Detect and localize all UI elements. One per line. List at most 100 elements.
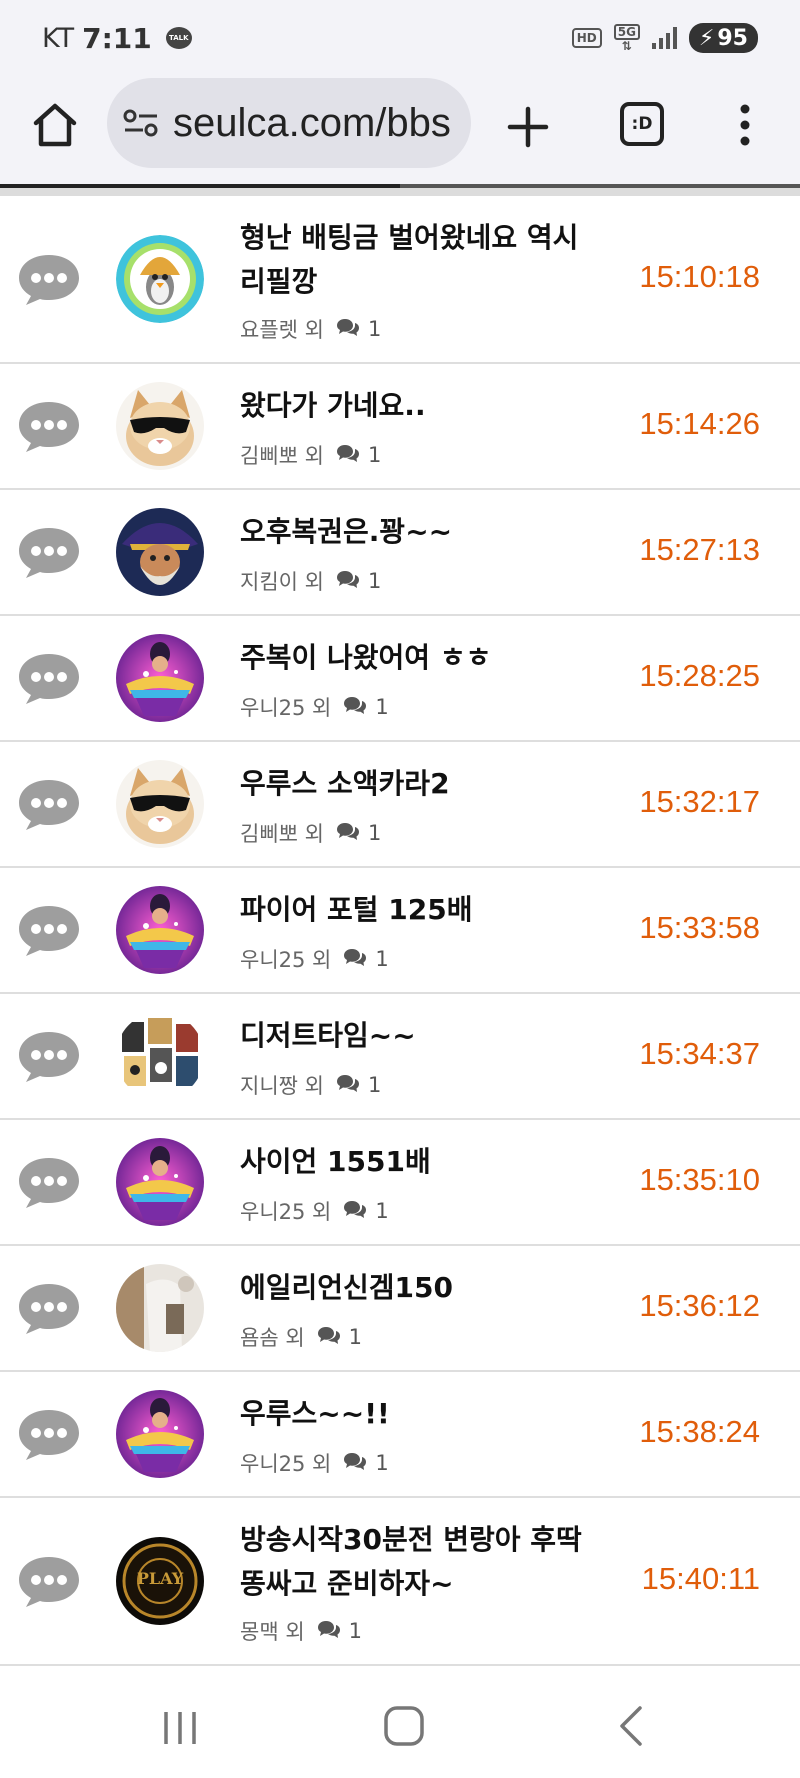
post-title[interactable]: 에일리언신겜150 — [240, 1266, 600, 1310]
play-logo-avatar[interactable]: PLAY — [116, 1537, 204, 1625]
post-row[interactable]: 형난 배팅금 벌어왔네요 역시 리필깡요플렛 외 1 15:10:18 — [0, 196, 800, 364]
carrier-label: KT — [42, 22, 75, 54]
post-author: 우니25 외 — [240, 1200, 332, 1224]
post-title[interactable]: 우루스 소액카라2 — [240, 762, 600, 806]
post-row[interactable]: 파이어 포털 125배 우니25 외 1 15:33:58 — [0, 868, 800, 994]
post-row[interactable]: 주복이 나왔어여 ㅎㅎ 우니25 외 1 15:28:25 — [0, 616, 800, 742]
post-row[interactable]: PLAY 방송시작30분전 변랑아 후딱 똥싸고 준비하자~ 몽맥 외 1 15:40:… — [0, 1498, 800, 1666]
cat-sunglasses-avatar[interactable] — [116, 760, 204, 848]
sultan-avatar[interactable] — [116, 634, 204, 722]
post-meta: 김삐뽀 외 1 — [240, 818, 381, 848]
post-author: 욤솜 외 — [240, 1326, 305, 1350]
post-title[interactable]: 파이어 포털 125배 — [240, 888, 600, 932]
post-time: 15:38:24 — [639, 1414, 760, 1449]
tab-switcher-button[interactable]: :D — [620, 102, 664, 146]
chat-bubble-icon — [16, 650, 82, 706]
comments-icon — [343, 947, 367, 972]
5g-icon: 5G ⇅ — [613, 24, 640, 52]
address-bar[interactable]: seulca.com/bbs — [107, 78, 471, 168]
chat-bubble-icon — [16, 902, 82, 958]
comments-icon — [336, 569, 360, 594]
chat-bubble-icon — [16, 1028, 82, 1084]
post-title[interactable]: 주복이 나왔어여 ㅎㅎ — [240, 636, 600, 680]
battery-level: 95 — [717, 25, 748, 51]
comment-count: 1 — [367, 821, 382, 845]
post-title[interactable]: 왔다가 가네요.. — [240, 384, 600, 428]
penguin-avatar[interactable] — [116, 235, 204, 323]
new-tab-icon[interactable] — [503, 102, 553, 152]
post-time: 15:40:11 — [641, 1561, 760, 1596]
post-meta: 우니25 외 1 — [240, 944, 389, 974]
post-title[interactable]: 디저트타임~~ — [240, 1014, 600, 1058]
post-title[interactable]: 우루스~~!! — [240, 1392, 600, 1436]
post-row[interactable]: 디저트타임~~ 지니짱 외 1 15:34:37 — [0, 994, 800, 1120]
clock: 7:11 — [82, 21, 152, 55]
post-row[interactable]: 우루스 소액카라2 김삐뽀 외 1 15:32:17 — [0, 742, 800, 868]
comment-count: 1 — [348, 1325, 363, 1349]
post-row[interactable]: 사이언 1551배우니25 외 1 15:35:10 — [0, 1120, 800, 1246]
post-row[interactable]: 왔다가 가네요.. 김삐뽀 외 1 15:14:26 — [0, 364, 800, 490]
cat-sunglasses-avatar[interactable] — [116, 382, 204, 470]
post-time: 15:34:37 — [639, 1036, 760, 1071]
sultan-avatar[interactable] — [116, 1390, 204, 1478]
post-title[interactable]: 방송시작30분전 변랑아 후딱 똥싸고 준비하자~ — [240, 1518, 600, 1606]
photo-avatar[interactable] — [116, 1264, 204, 1352]
tab-switcher-label: :D — [631, 114, 653, 134]
site-settings-icon[interactable] — [123, 108, 159, 138]
comments-icon — [343, 1199, 367, 1224]
comments-icon — [336, 443, 360, 468]
sultan-avatar[interactable] — [116, 1138, 204, 1226]
signal-icon — [651, 27, 677, 49]
comment-count-wrap: 1 — [317, 1619, 362, 1644]
post-title[interactable]: 오후복권은.꽝~~ — [240, 510, 600, 554]
back-icon[interactable] — [610, 1704, 654, 1748]
comment-count-wrap: 1 — [336, 1073, 381, 1098]
post-time: 15:35:10 — [639, 1162, 760, 1197]
toolbar-shadow — [0, 188, 800, 196]
post-meta: 우니25 외 1 — [240, 1196, 389, 1226]
wizard-avatar[interactable] — [116, 508, 204, 596]
post-title[interactable]: 형난 배팅금 벌어왔네요 역시 리필깡 — [240, 216, 600, 304]
comment-count: 1 — [367, 1073, 382, 1097]
browser-toolbar: seulca.com/bbs :D — [0, 72, 800, 184]
post-title[interactable]: 사이언 1551배 — [240, 1140, 600, 1184]
recent-apps-icon[interactable] — [160, 1708, 200, 1748]
comments-icon — [343, 1451, 367, 1476]
post-author: 지니짱 외 — [240, 1074, 324, 1098]
post-time: 15:27:13 — [639, 532, 760, 567]
comment-count-wrap: 1 — [336, 821, 381, 846]
comment-count-wrap: 1 — [336, 317, 381, 342]
post-meta: 요플렛 외 1 — [240, 314, 381, 344]
post-author: 지킴이 외 — [240, 570, 324, 594]
comments-icon — [336, 1073, 360, 1098]
post-row[interactable]: 우루스~~!! 우니25 외 1 15:38:24 — [0, 1372, 800, 1498]
post-meta: 지니짱 외 1 — [240, 1070, 381, 1100]
comment-count: 1 — [375, 1451, 389, 1475]
home-button-icon[interactable] — [382, 1704, 426, 1748]
kakaotalk-icon: TALK — [165, 27, 192, 49]
post-time: 15:28:25 — [639, 658, 760, 693]
home-icon[interactable] — [30, 100, 80, 150]
comment-count-wrap: 1 — [317, 1325, 362, 1350]
url-text[interactable]: seulca.com/bbs — [173, 101, 451, 146]
chat-bubble-icon — [16, 776, 82, 832]
post-time: 15:36:12 — [639, 1288, 760, 1323]
collage-avatar[interactable] — [116, 1012, 204, 1100]
post-author: 몽맥 외 — [240, 1620, 305, 1644]
sultan-avatar[interactable] — [116, 886, 204, 974]
post-row[interactable]: 에일리언신겜150 욤솜 외 1 15:36:12 — [0, 1246, 800, 1372]
post-author: 김삐뽀 외 — [240, 444, 324, 468]
comment-count-wrap: 1 — [343, 1451, 389, 1476]
post-time: 15:10:18 — [639, 259, 760, 294]
chat-bubble-icon — [16, 398, 82, 454]
chat-bubble-icon — [16, 1553, 82, 1609]
comments-icon — [336, 821, 360, 846]
comment-count: 1 — [375, 1199, 389, 1223]
post-meta: 김삐뽀 외 1 — [240, 440, 381, 470]
avatar-logo-text: PLAY — [136, 1569, 184, 1588]
battery-indicator: ⚡ 95 — [688, 23, 758, 53]
post-row[interactable]: 오후복권은.꽝~~ 지킴이 외 1 15:27:13 — [0, 490, 800, 616]
post-meta: 우니25 외 1 — [240, 1448, 389, 1478]
comment-count-wrap: 1 — [336, 569, 381, 594]
more-menu-icon[interactable] — [730, 100, 760, 150]
